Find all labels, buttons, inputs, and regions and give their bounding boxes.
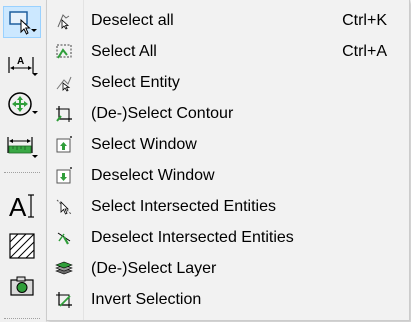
menu-item-deselect-window[interactable]: Deselect Window (47, 160, 409, 191)
menu-item-select-contour[interactable]: (De-)Select Contour (47, 98, 409, 129)
menu-item-label: Select Window (91, 136, 197, 153)
menu-item-label: (De-)Select Layer (91, 260, 217, 277)
menu-item-invert-selection[interactable]: Invert Selection (47, 284, 409, 315)
menu-item-deselect-all[interactable]: Deselect all Ctrl+K (47, 5, 409, 36)
text-tool-button[interactable]: A (3, 190, 41, 222)
svg-text:A: A (9, 192, 27, 221)
select-all-icon (55, 43, 73, 61)
measure-ruler-icon (7, 137, 38, 158)
select-dropdown-icon (9, 11, 37, 35)
hatch-icon (9, 233, 35, 259)
selection-menu: Deselect all Ctrl+K Select All Ctrl+A Se… (46, 0, 410, 321)
left-toolbar: A A (0, 0, 47, 322)
select-intersected-icon (55, 198, 73, 216)
deselect-intersected-icon (55, 229, 73, 247)
svg-text:A: A (17, 56, 24, 67)
menu-item-select-entity[interactable]: Select Entity (47, 67, 409, 98)
menu-item-label: Deselect all (91, 12, 174, 29)
select-contour-icon (55, 105, 73, 123)
deselect-all-icon (55, 12, 73, 30)
menu-item-deselect-intersected[interactable]: Deselect Intersected Entities (47, 222, 409, 253)
invert-selection-icon (55, 291, 73, 309)
menu-item-label: (De-)Select Contour (91, 105, 234, 122)
text-cursor-icon: A (9, 192, 34, 221)
select-layer-icon (55, 260, 73, 278)
snapshot-tool-button[interactable] (3, 270, 41, 302)
select-window-icon (55, 136, 73, 154)
measure-tool-button[interactable] (3, 130, 41, 162)
menu-item-label: Invert Selection (91, 291, 202, 308)
menu-item-shortcut: Ctrl+A (342, 43, 387, 60)
menu-item-select-layer[interactable]: (De-)Select Layer (47, 253, 409, 284)
menu-item-label: Select All (91, 43, 157, 60)
menu-item-label: Deselect Window (91, 167, 215, 184)
menu-item-shortcut: Ctrl+K (342, 12, 387, 29)
menu-item-select-all[interactable]: Select All Ctrl+A (47, 36, 409, 67)
menu-item-select-window[interactable]: Select Window (47, 129, 409, 160)
select-tool-button[interactable] (3, 6, 41, 38)
move-rotate-tool-button[interactable] (3, 88, 41, 120)
deselect-window-icon (55, 167, 73, 185)
menu-item-select-intersected[interactable]: Select Intersected Entities (47, 191, 409, 222)
menu-item-label: Deselect Intersected Entities (91, 229, 294, 246)
select-entity-icon (55, 74, 73, 92)
dimension-icon: A (8, 56, 38, 76)
hatch-tool-button[interactable] (3, 230, 41, 262)
menu-item-label: Select Intersected Entities (91, 198, 276, 215)
move-rotate-icon (8, 92, 38, 116)
camera-icon (10, 276, 34, 296)
toolbar-separator-bottom (4, 318, 40, 319)
toolbar-separator (4, 172, 40, 173)
dimension-tool-button[interactable]: A (3, 48, 41, 80)
menu-item-label: Select Entity (91, 74, 180, 91)
